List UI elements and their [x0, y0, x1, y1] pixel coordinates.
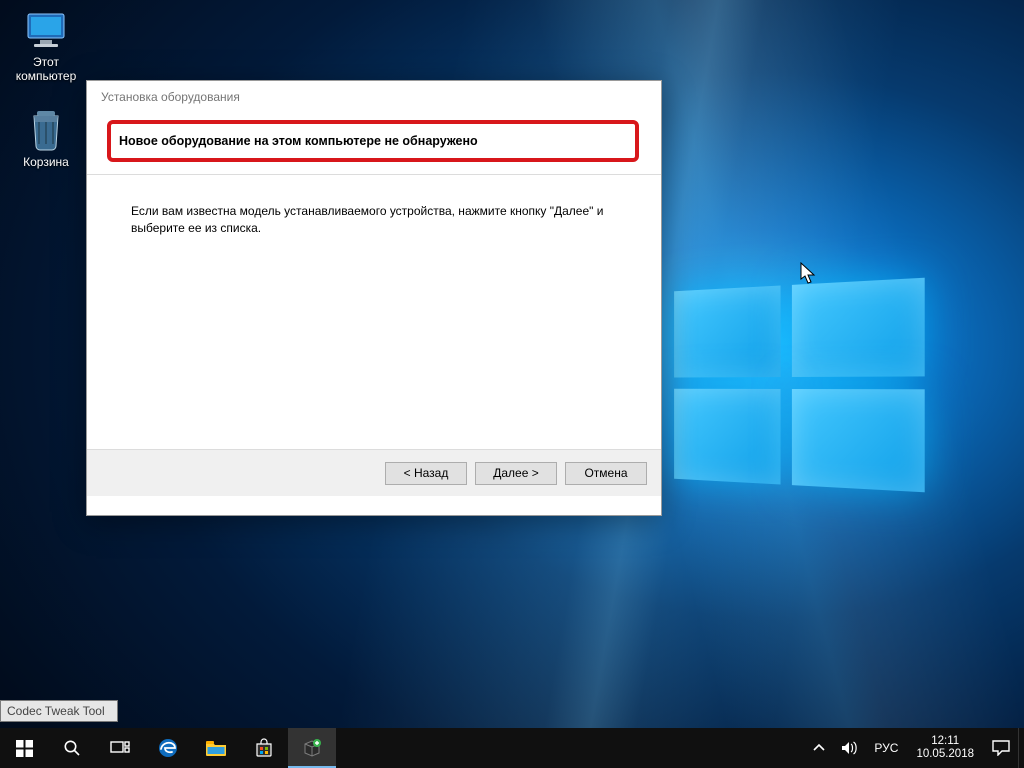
cancel-button[interactable]: Отмена: [565, 462, 647, 485]
back-button[interactable]: < Назад: [385, 462, 467, 485]
search-icon: [63, 739, 81, 757]
this-pc-icon: [24, 8, 68, 52]
recycle-bin-icon: [24, 108, 68, 152]
tray-volume-button[interactable]: [833, 728, 866, 768]
taskbar-app-edge[interactable]: [144, 728, 192, 768]
task-view-icon: [110, 740, 130, 756]
tray-clock[interactable]: 12:11 10.05.2018: [906, 735, 984, 761]
show-desktop-button[interactable]: [1018, 728, 1024, 768]
wallpaper-windows-logo: [674, 278, 922, 492]
dialog-title: Установка оборудования: [87, 81, 661, 108]
dialog-header: Новое оборудование на этом компьютере не…: [97, 108, 649, 174]
hardware-wizard-dialog: Установка оборудования Новое оборудовани…: [86, 80, 662, 516]
folder-icon: [205, 739, 227, 757]
taskbar-app-file-explorer[interactable]: [192, 728, 240, 768]
tooltip-text: Codec Tweak Tool: [7, 704, 105, 718]
desktop-icon-this-pc[interactable]: Этот компьютер: [8, 8, 84, 84]
taskbar-tooltip: Codec Tweak Tool: [0, 700, 118, 722]
notification-icon: [992, 740, 1010, 756]
taskbar-app-codec-tweak-tool[interactable]: [288, 728, 336, 768]
dialog-footer: < Назад Далее > Отмена: [87, 450, 661, 496]
taskbar-app-store[interactable]: [240, 728, 288, 768]
desktop[interactable]: Этот компьютер Корзина Установка оборудо…: [0, 0, 1024, 768]
desktop-icon-recycle-bin[interactable]: Корзина: [8, 108, 84, 170]
action-center-button[interactable]: [984, 728, 1018, 768]
next-button[interactable]: Далее >: [475, 462, 557, 485]
start-button[interactable]: [0, 728, 48, 768]
mouse-cursor-icon: [800, 262, 816, 284]
edge-icon: [157, 737, 179, 759]
desktop-icon-label: Корзина: [8, 156, 84, 170]
windows-logo-icon: [16, 740, 33, 757]
tray-overflow-button[interactable]: [805, 728, 833, 768]
clock-date: 10.05.2018: [916, 748, 974, 761]
tray-language-label: РУС: [874, 741, 898, 755]
speaker-icon: [841, 740, 858, 756]
clock-time: 12:11: [916, 735, 974, 748]
dialog-headline-highlight: Новое оборудование на этом компьютере не…: [107, 120, 639, 162]
task-view-button[interactable]: [96, 728, 144, 768]
dialog-headline: Новое оборудование на этом компьютере не…: [119, 134, 478, 148]
chevron-up-icon: [813, 742, 825, 754]
desktop-icon-label: Этот компьютер: [8, 56, 84, 84]
tray-language-button[interactable]: РУС: [866, 728, 906, 768]
box-plus-icon: [302, 738, 322, 758]
store-icon: [254, 738, 274, 758]
dialog-body-text: Если вам известна модель устанавливаемог…: [131, 203, 611, 238]
system-tray: РУС 12:11 10.05.2018: [805, 728, 1024, 768]
search-button[interactable]: [48, 728, 96, 768]
taskbar: РУС 12:11 10.05.2018: [0, 728, 1024, 768]
dialog-body: Если вам известна модель устанавливаемог…: [87, 174, 661, 450]
